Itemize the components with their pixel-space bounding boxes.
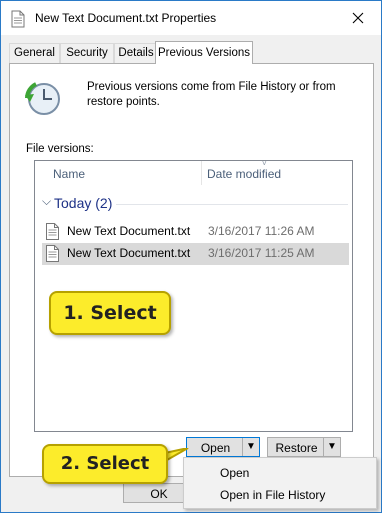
file-versions-label: File versions: [26, 143, 94, 155]
document-icon [46, 223, 59, 240]
restore-dropdown-button[interactable]: ▼ [323, 438, 340, 456]
callout-step-1-text: 1. Select [63, 302, 157, 324]
tab-label: Details [118, 47, 154, 59]
callout-step-2-text: 2. Select [60, 453, 150, 474]
group-title: Today (2) [54, 195, 113, 211]
column-header-date[interactable]: Date modified [207, 161, 281, 185]
tab-previous-versions[interactable]: Previous Versions [155, 41, 253, 64]
callout-step-2: 2. Select [42, 444, 168, 484]
tab-general[interactable]: General [9, 43, 60, 63]
open-button[interactable]: Open ▼ [186, 437, 260, 457]
group-divider [116, 204, 348, 205]
menu-item-open-in-file-history[interactable]: Open in File History [220, 488, 325, 502]
tab-label: General [14, 47, 55, 59]
menu-item-open[interactable]: Open [220, 466, 249, 480]
title-bar: New Text Document.txt Properties [1, 1, 381, 35]
restore-button[interactable]: Restore ▼ [267, 437, 341, 457]
file-name: New Text Document.txt [67, 224, 191, 238]
file-history-icon [25, 82, 60, 115]
close-icon [352, 12, 364, 24]
dropdown-arrow-icon: ▼ [327, 441, 337, 452]
list-item[interactable]: New Text Document.txt 3/16/2017 11:26 AM [42, 221, 349, 243]
ok-button-label: OK [150, 487, 168, 501]
column-header-name[interactable]: Name [53, 161, 85, 185]
list-item-selected[interactable]: New Text Document.txt 3/16/2017 11:25 AM [42, 243, 349, 265]
window-title: New Text Document.txt Properties [35, 11, 217, 25]
column-separator [201, 161, 202, 185]
tab-details[interactable]: Details [114, 43, 158, 63]
open-dropdown-button[interactable]: ▼ [242, 438, 259, 456]
open-dropdown-menu: Open Open in File History [183, 457, 377, 509]
callout-step-1: 1. Select [49, 291, 171, 335]
previous-versions-panel: Previous versions come from File History… [9, 63, 374, 477]
open-button-label: Open [200, 441, 231, 455]
properties-dialog: New Text Document.txt Properties General… [0, 0, 382, 513]
tab-label: Security [66, 47, 108, 59]
document-icon [11, 10, 25, 28]
tab-label: Previous Versions [157, 47, 251, 59]
restore-button-label: Restore [275, 441, 318, 455]
info-text: Previous versions come from File History… [87, 81, 336, 108]
file-date: 3/16/2017 11:25 AM [208, 246, 315, 260]
dropdown-arrow-icon: ▼ [246, 441, 256, 452]
file-date: 3/16/2017 11:26 AM [208, 224, 315, 238]
file-name: New Text Document.txt [67, 246, 191, 260]
tab-security[interactable]: Security [60, 43, 114, 63]
document-icon [46, 245, 59, 262]
close-button[interactable] [335, 1, 381, 35]
group-header[interactable]: ⌵ Today (2) [35, 193, 352, 213]
chevron-icon[interactable]: ⌵ [42, 194, 51, 209]
